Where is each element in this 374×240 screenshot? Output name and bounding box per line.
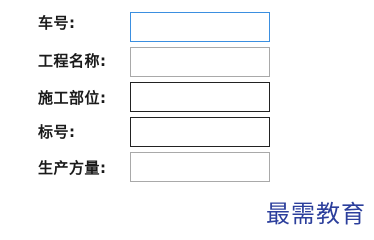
project-name-label: 工程名称: — [38, 52, 107, 70]
grade-input[interactable] — [130, 117, 270, 147]
construction-part-label: 施工部位: — [38, 89, 107, 107]
grade-label: 标号: — [38, 123, 76, 141]
production-volume-input[interactable] — [130, 152, 270, 182]
car-number-input[interactable] — [130, 12, 270, 42]
construction-part-input[interactable] — [130, 82, 270, 112]
car-number-label: 车号: — [38, 14, 76, 32]
watermark-logo: 最需教育 — [266, 200, 366, 228]
project-name-input[interactable] — [130, 47, 270, 77]
production-volume-label: 生产方量: — [38, 159, 107, 177]
